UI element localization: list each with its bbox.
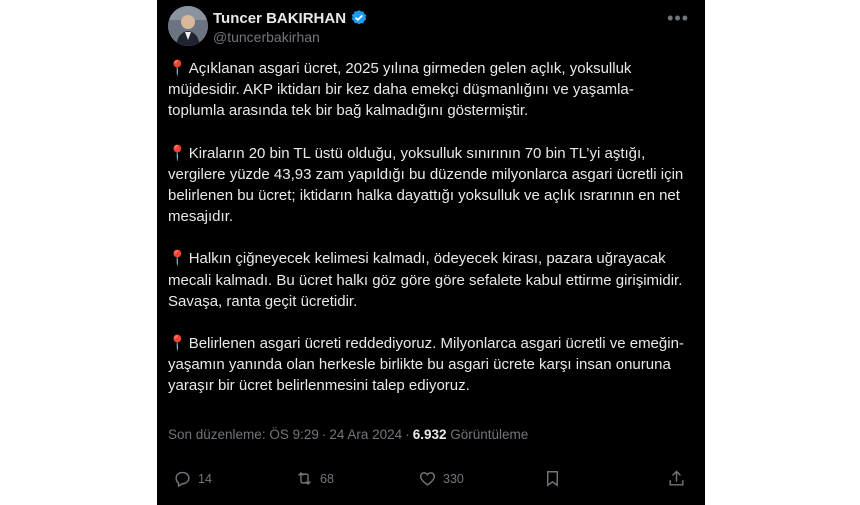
paragraph-text: Açıklanan asgari ücret, 2025 yılına girm… <box>168 60 634 120</box>
edited-time[interactable]: Son düzenleme: ÖS 9:29 <box>168 427 319 442</box>
tweet-paragraph: 📍 Kiraların 20 bin TL üstü olduğu, yoksul… <box>168 143 688 228</box>
tweet-paragraph: 📍 Belirlenen asgari ücreti reddediyoruz. … <box>168 333 688 397</box>
reply-button[interactable]: 14 <box>173 469 212 488</box>
round-pushpin-icon: 📍 <box>168 250 187 268</box>
tweet-date[interactable]: 24 Ara 2024 <box>329 427 402 442</box>
views-label: Görüntüleme <box>450 427 529 442</box>
repost-button[interactable]: 68 <box>295 469 334 488</box>
like-button[interactable]: 330 <box>418 469 464 488</box>
round-pushpin-icon: 📍 <box>168 60 187 77</box>
action-bar: 14 68 330 <box>168 469 688 493</box>
share-button[interactable] <box>667 469 686 488</box>
paragraph-text: Belirlenen asgari ücreti reddediyoruz. M… <box>168 335 684 395</box>
meta-separator: · <box>405 427 410 442</box>
tweet-paragraph: 📍 Açıklanan asgari ücret, 2025 yılına gir… <box>168 58 688 122</box>
repost-count: 68 <box>320 471 334 486</box>
round-pushpin-icon: 📍 <box>168 144 187 162</box>
author-handle[interactable]: @tuncerbakirhan <box>213 29 320 45</box>
avatar[interactable] <box>168 6 208 46</box>
meta-separator: · <box>321 427 327 442</box>
reply-count: 14 <box>198 471 212 486</box>
tweet-text: 📍 Açıklanan asgari ücret, 2025 yılına gir… <box>168 58 688 418</box>
tweet-card: Tuncer BAKIRHAN @tuncerbakirhan ••• 📍 Açı… <box>157 0 705 505</box>
heart-icon <box>419 472 436 486</box>
avatar-image <box>168 6 208 46</box>
round-pushpin-icon: 📍 <box>168 335 187 353</box>
author-name[interactable]: Tuncer BAKIRHAN <box>213 10 346 27</box>
reply-icon <box>175 471 190 488</box>
more-options-icon[interactable]: ••• <box>667 8 689 29</box>
tweet-meta: Son düzenleme: ÖS 9:29 · 24 Ara 2024 · 6.932… <box>168 427 528 442</box>
views-count: 6.932 <box>412 427 447 442</box>
tweet-paragraph: 📍 Halkın çiğneyecek kelimesi kalmadı, öde… <box>168 248 688 312</box>
share-icon <box>669 470 684 486</box>
paragraph-text: Halkın çiğneyecek kelimesi kalmadı, ödey… <box>168 250 683 310</box>
author-name-row: Tuncer BAKIRHAN <box>213 9 368 27</box>
paragraph-text: Kiraların 20 bin TL üstü olduğu, yoksull… <box>168 144 684 226</box>
bookmark-icon <box>547 471 558 487</box>
bookmark-button[interactable] <box>543 469 562 488</box>
verified-badge-icon <box>350 9 368 27</box>
like-count: 330 <box>443 471 464 486</box>
repost-icon <box>298 471 311 486</box>
